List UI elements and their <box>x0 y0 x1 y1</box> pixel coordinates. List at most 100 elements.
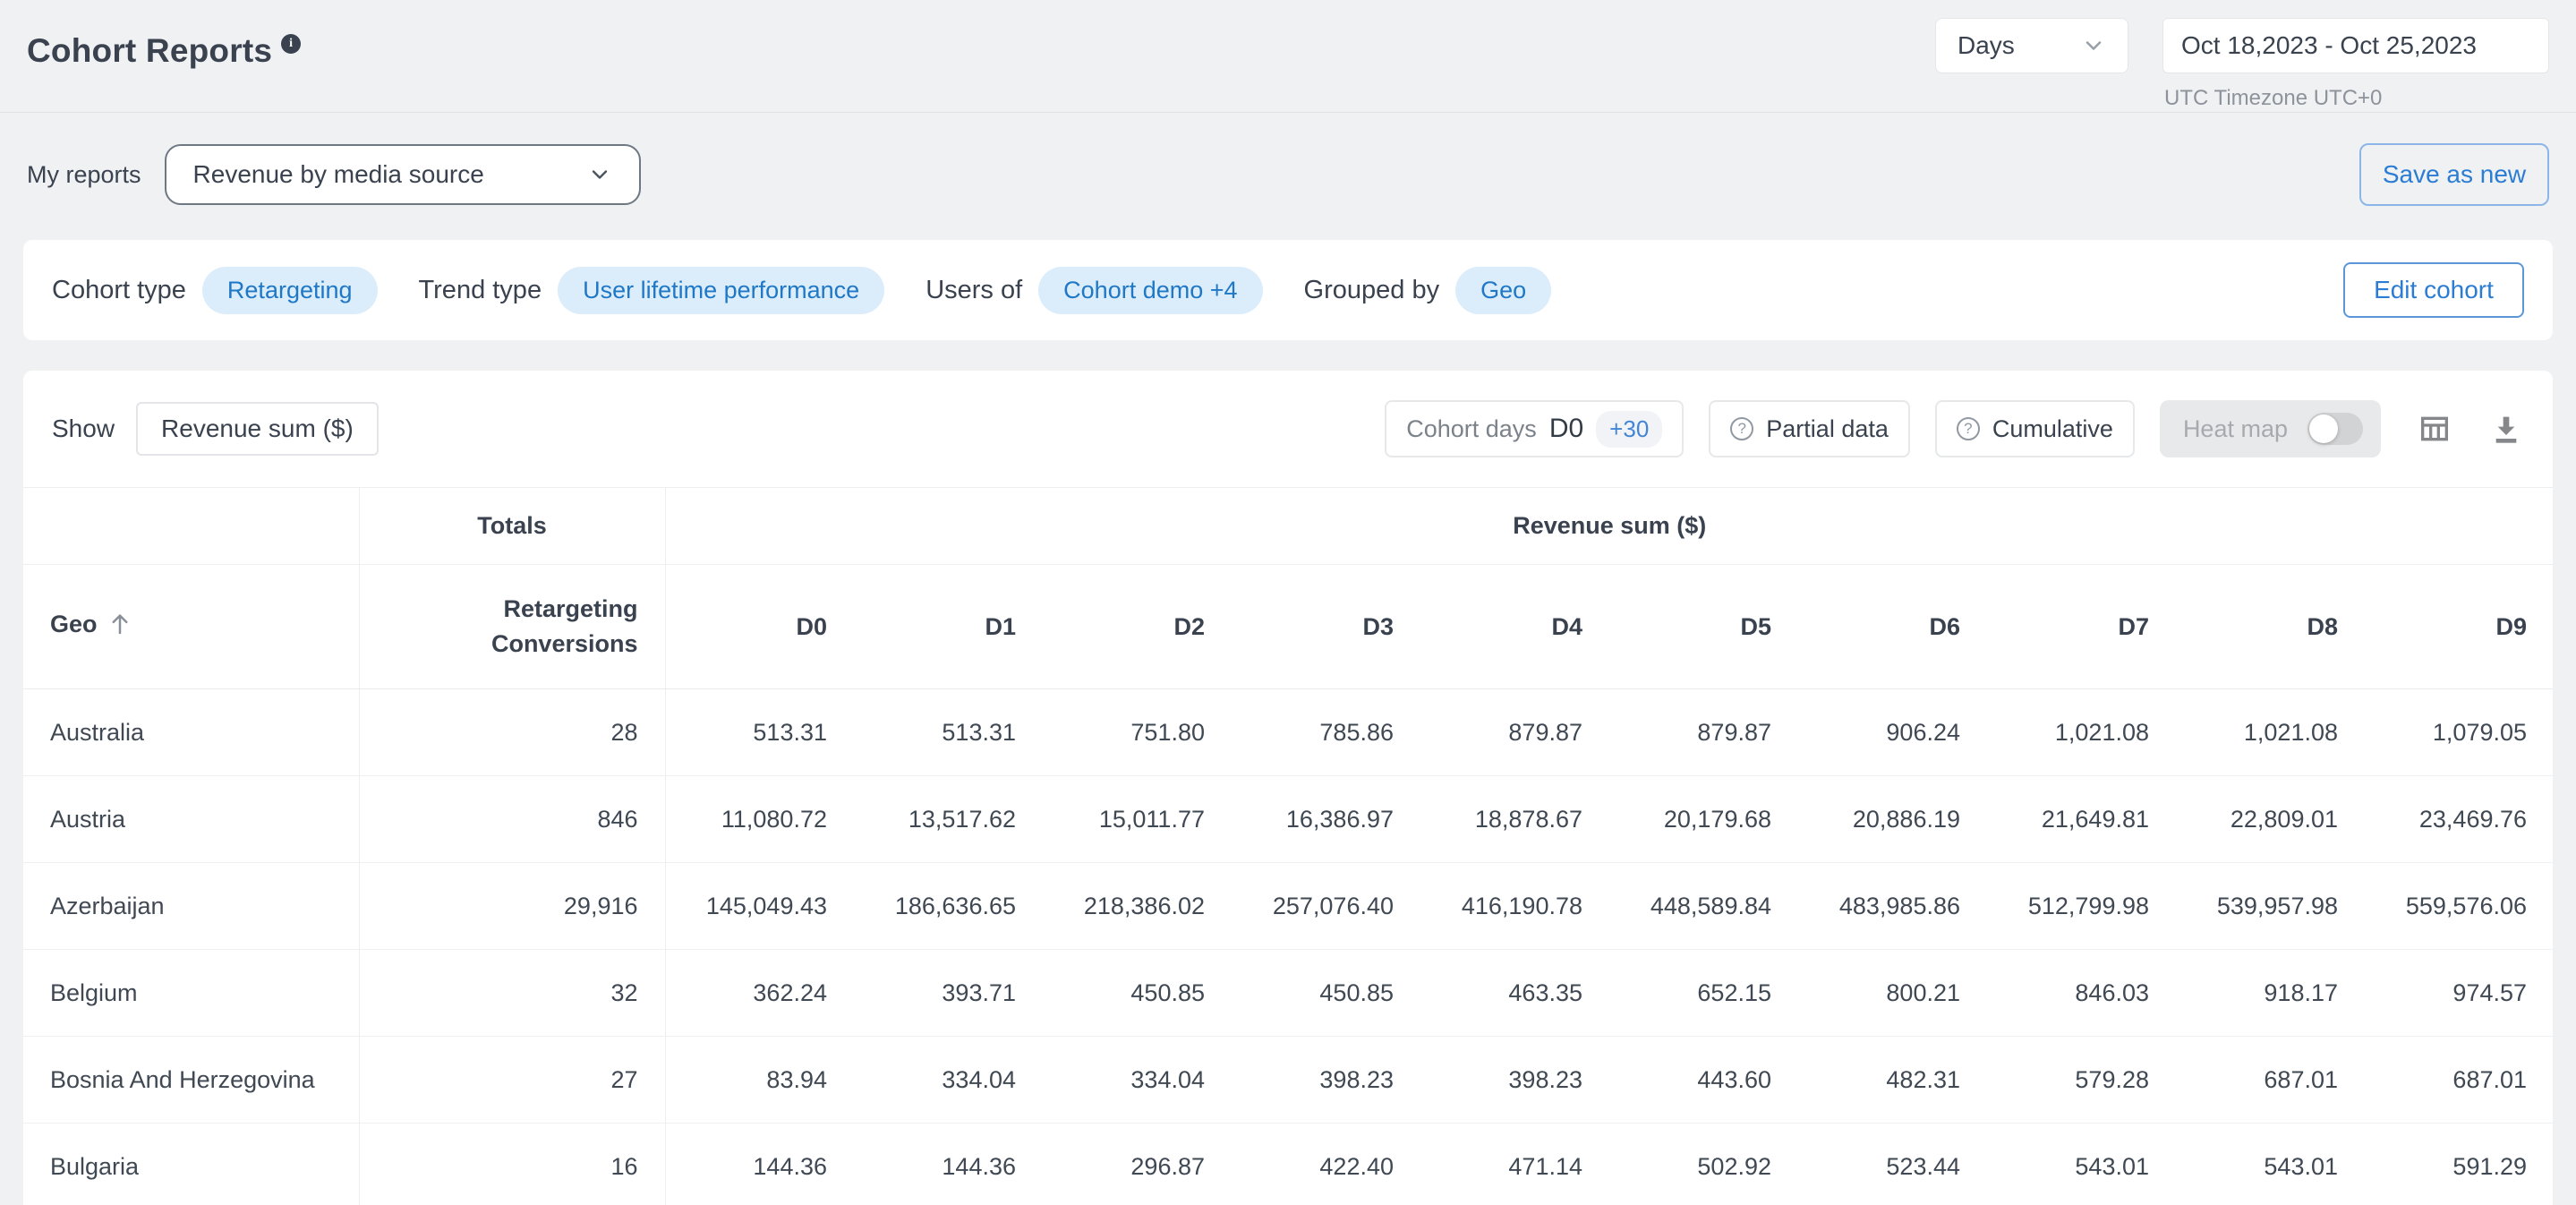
value-cell: 15,011.77 <box>1043 776 1232 863</box>
value-cell: 579.28 <box>1987 1037 2176 1124</box>
save-as-new-button[interactable]: Save as new <box>2359 143 2549 206</box>
arrow-up-icon <box>107 616 133 643</box>
value-cell: 785.86 <box>1232 689 1420 776</box>
value-cell: 83.94 <box>665 1037 854 1124</box>
day-column-header[interactable]: D3 <box>1232 565 1420 689</box>
value-cell: 502.92 <box>1609 1124 1798 1205</box>
value-cell: 513.31 <box>665 689 854 776</box>
day-column-header[interactable]: D0 <box>665 565 854 689</box>
geo-cell: Bosnia And Herzegovina <box>23 1037 359 1124</box>
value-cell: 846.03 <box>1987 950 2176 1037</box>
value-cell: 11,080.72 <box>665 776 854 863</box>
cohort-field-label: Trend type <box>419 276 542 305</box>
report-select-value: Revenue by media source <box>193 160 484 189</box>
metric-select[interactable]: Revenue sum ($) <box>136 402 379 456</box>
page-header: Cohort Reports i Days Oct 18,2023 - Oct … <box>0 0 2576 113</box>
geo-cell: Azerbaijan <box>23 863 359 950</box>
cohort-days-value: D0 <box>1549 414 1583 444</box>
show-label: Show <box>52 414 115 443</box>
value-cell: 483,985.86 <box>1798 863 1987 950</box>
day-column-header[interactable]: D1 <box>854 565 1043 689</box>
report-select[interactable]: Revenue by media source <box>165 144 641 205</box>
value-cell: 21,649.81 <box>1987 776 2176 863</box>
totals-header: Totals <box>359 488 665 565</box>
cohort-table: Totals Revenue sum ($) Geo Retargeting C… <box>23 487 2553 1205</box>
download-button[interactable] <box>2488 411 2524 447</box>
conversions-cell: 846 <box>359 776 665 863</box>
table-columns-icon <box>2415 411 2454 447</box>
cumulative-toggle[interactable]: ? Cumulative <box>1935 400 2135 457</box>
day-column-header[interactable]: D5 <box>1609 565 1798 689</box>
cohort-days-control[interactable]: Cohort days D0 +30 <box>1385 400 1684 457</box>
value-cell: 559,576.06 <box>2365 863 2553 950</box>
timezone-note: UTC Timezone UTC+0 <box>2164 86 2549 111</box>
value-cell: 296.87 <box>1043 1124 1232 1205</box>
value-cell: 416,190.78 <box>1420 863 1609 950</box>
table-row: Australia28513.31513.31751.80785.86879.8… <box>23 689 2553 776</box>
cohort-filter-card: Cohort type Retargeting Trend type User … <box>23 240 2553 340</box>
value-cell: 539,957.98 <box>2176 863 2365 950</box>
value-cell: 1,021.08 <box>1987 689 2176 776</box>
toggle-knob <box>2309 414 2338 443</box>
geo-cell: Austria <box>23 776 359 863</box>
value-cell: 906.24 <box>1798 689 1987 776</box>
value-cell: 443.60 <box>1609 1037 1798 1124</box>
day-column-header[interactable]: D2 <box>1043 565 1232 689</box>
value-cell: 20,179.68 <box>1609 776 1798 863</box>
day-column-header[interactable]: D7 <box>1987 565 2176 689</box>
edit-cohort-button[interactable]: Edit cohort <box>2343 262 2524 318</box>
day-column-header[interactable]: D6 <box>1798 565 1987 689</box>
value-cell: 543.01 <box>1987 1124 2176 1205</box>
question-circle-icon: ? <box>1957 417 1980 440</box>
table-columns-button[interactable] <box>2415 411 2454 447</box>
date-range-input[interactable]: Oct 18,2023 - Oct 25,2023 <box>2162 18 2549 73</box>
cohort-field-chip[interactable]: Cohort demo +4 <box>1038 267 1262 314</box>
day-column-header[interactable]: D9 <box>2365 565 2553 689</box>
value-cell: 398.23 <box>1420 1037 1609 1124</box>
cohort-field: Trend type User lifetime performance <box>419 267 885 314</box>
day-column-header[interactable]: D8 <box>2176 565 2365 689</box>
geo-cell: Bulgaria <box>23 1124 359 1205</box>
table-row: Bosnia And Herzegovina2783.94334.04334.0… <box>23 1037 2553 1124</box>
table-row: Bulgaria16144.36144.36296.87422.40471.14… <box>23 1124 2553 1205</box>
value-cell: 334.04 <box>854 1037 1043 1124</box>
value-cell: 218,386.02 <box>1043 863 1232 950</box>
granularity-value: Days <box>1958 31 2015 60</box>
value-cell: 512,799.98 <box>1987 863 2176 950</box>
info-icon[interactable]: i <box>281 34 301 54</box>
download-icon <box>2488 411 2524 447</box>
cohort-days-label: Cohort days <box>1406 415 1537 443</box>
table-toolbar: Show Revenue sum ($) Cohort days D0 +30 … <box>23 371 2553 487</box>
cohort-field-chip[interactable]: User lifetime performance <box>558 267 884 314</box>
partial-data-toggle[interactable]: ? Partial data <box>1709 400 1910 457</box>
day-column-header[interactable]: D4 <box>1420 565 1609 689</box>
chevron-down-icon <box>587 162 612 187</box>
cohort-field-chip[interactable]: Geo <box>1455 267 1551 314</box>
geo-header-label: Geo <box>50 611 98 637</box>
conversions-cell: 28 <box>359 689 665 776</box>
value-cell: 16,386.97 <box>1232 776 1420 863</box>
value-cell: 362.24 <box>665 950 854 1037</box>
value-cell: 463.35 <box>1420 950 1609 1037</box>
value-cell: 450.85 <box>1232 950 1420 1037</box>
cohort-field-label: Cohort type <box>52 276 186 305</box>
value-cell: 448,589.84 <box>1609 863 1798 950</box>
page-title: Cohort Reports <box>27 32 272 70</box>
cohort-fields: Cohort type Retargeting Trend type User … <box>52 267 1551 314</box>
value-cell: 13,517.62 <box>854 776 1043 863</box>
reports-bar: My reports Revenue by media source Save … <box>0 143 2576 206</box>
cohort-field-label: Grouped by <box>1304 276 1440 305</box>
granularity-select[interactable]: Days <box>1935 18 2128 73</box>
value-cell: 334.04 <box>1043 1037 1232 1124</box>
value-cell: 652.15 <box>1609 950 1798 1037</box>
geo-column-header[interactable]: Geo <box>23 565 359 689</box>
cohort-field-chip[interactable]: Retargeting <box>202 267 378 314</box>
conversions-cell: 16 <box>359 1124 665 1205</box>
value-cell: 543.01 <box>2176 1124 2365 1205</box>
value-cell: 800.21 <box>1798 950 1987 1037</box>
value-cell: 393.71 <box>854 950 1043 1037</box>
value-cell: 523.44 <box>1798 1124 1987 1205</box>
heat-map-toggle[interactable] <box>2307 413 2363 445</box>
conversions-cell: 27 <box>359 1037 665 1124</box>
value-cell: 1,021.08 <box>2176 689 2365 776</box>
